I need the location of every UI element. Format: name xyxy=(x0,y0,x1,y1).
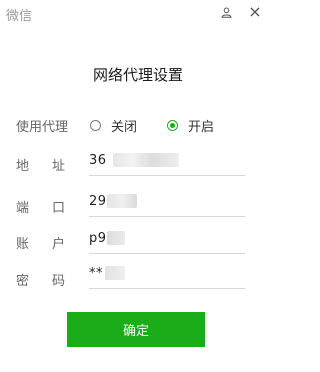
password-field[interactable]: ** xyxy=(89,264,245,289)
proxy-settings-window: 微信 × 网络代理设置 使用代理 关闭 开启 地址 36 端口 29 账户 p9… xyxy=(0,0,276,372)
password-obscured xyxy=(105,266,125,280)
address-value: 36 xyxy=(89,153,107,168)
user-icon xyxy=(220,3,232,22)
app-title: 微信 xyxy=(6,9,33,24)
radio-option-off[interactable]: 关闭 xyxy=(90,116,137,135)
port-field[interactable]: 29 xyxy=(89,192,245,217)
proxy-radio-group: 关闭 开启 xyxy=(90,116,214,135)
close-icon: × xyxy=(248,2,262,21)
password-value: ** xyxy=(89,266,103,281)
account-label: 账户 xyxy=(16,237,89,252)
password-label: 密码 xyxy=(16,274,89,289)
account-field[interactable]: p9 xyxy=(89,229,245,254)
radio-on-circle[interactable] xyxy=(167,120,179,131)
user-button[interactable] xyxy=(215,2,237,22)
dialog-title: 网络代理设置 xyxy=(92,66,183,84)
account-value: p9 xyxy=(89,231,107,246)
port-label: 端口 xyxy=(16,201,89,216)
radio-on-label: 开启 xyxy=(188,120,215,135)
confirm-button[interactable]: 确定 xyxy=(67,312,205,347)
radio-off-label: 关闭 xyxy=(111,120,138,135)
account-obscured xyxy=(107,231,125,245)
address-label: 地址 xyxy=(16,159,89,174)
radio-off-circle[interactable] xyxy=(90,120,101,131)
address-field[interactable]: 36 xyxy=(89,151,245,176)
proxy-label: 使用代理 xyxy=(16,120,69,135)
close-button[interactable]: × xyxy=(244,2,266,22)
port-obscured xyxy=(107,194,137,208)
port-value: 29 xyxy=(89,194,107,209)
address-obscured xyxy=(113,153,179,167)
radio-option-on[interactable]: 开启 xyxy=(167,116,214,135)
